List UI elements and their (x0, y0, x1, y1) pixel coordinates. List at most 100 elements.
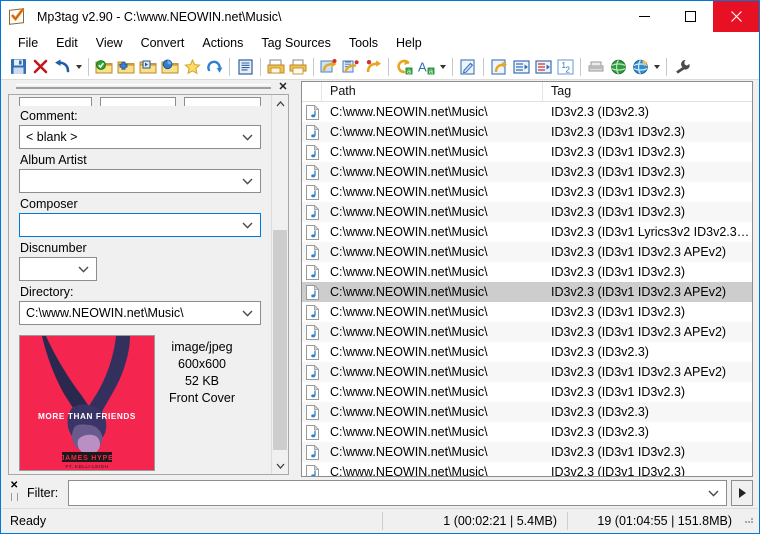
tag-panel-close-icon[interactable]: ✕ (276, 81, 290, 93)
table-row[interactable]: C:\www.NEOWIN.net\Music\ ID3v2.3 (ID3v2.3… (302, 422, 752, 442)
column-header-icon[interactable] (302, 82, 322, 102)
table-row[interactable]: C:\www.NEOWIN.net\Music\ ID3v2.3 (ID3v1 I… (302, 202, 752, 222)
table-row[interactable]: C:\www.NEOWIN.net\Music\ ID3v2.3 (ID3v2.3… (302, 102, 752, 122)
cd-database-icon[interactable] (585, 56, 607, 78)
menu-item-file[interactable]: File (9, 34, 47, 52)
toolbar-separator (483, 57, 484, 76)
chevron-down-icon[interactable] (242, 178, 253, 185)
menu-item-edit[interactable]: Edit (47, 34, 87, 52)
filter-input[interactable] (68, 479, 727, 506)
tag-to-filename-icon[interactable] (265, 56, 287, 78)
minimize-button[interactable] (621, 1, 667, 32)
table-row[interactable]: C:\www.NEOWIN.net\Music\ ID3v2.3 (ID3v1 I… (302, 122, 752, 142)
scrollbar-thumb[interactable] (273, 230, 287, 450)
close-icon[interactable]: ✕ (10, 480, 18, 491)
album-cover-art[interactable]: MORE THAN FRIENDS JAMES HYPE FT. KELLI-L… (19, 335, 155, 471)
table-row[interactable]: C:\www.NEOWIN.net\Music\ ID3v2.3 (ID3v2.3… (302, 342, 752, 362)
menu-item-help[interactable]: Help (387, 34, 431, 52)
actions-dropdown-icon[interactable] (437, 56, 448, 78)
audio-file-icon (302, 164, 322, 180)
case-conversion-icon[interactable]: a (393, 56, 415, 78)
options-icon[interactable] (671, 56, 693, 78)
change-directory-icon[interactable] (93, 56, 115, 78)
playlist-icon[interactable] (510, 56, 532, 78)
toolbar-separator (452, 57, 453, 76)
window-title: Mp3tag v2.90 - C:\www.NEOWIN.net\Music\ (37, 9, 282, 24)
export-icon[interactable] (488, 56, 510, 78)
row-path: C:\www.NEOWIN.net\Music\ (330, 265, 488, 279)
maximize-button[interactable] (667, 1, 713, 32)
table-row[interactable]: C:\www.NEOWIN.net\Music\ ID3v2.3 (ID3v2.3… (302, 402, 752, 422)
table-row[interactable]: C:\www.NEOWIN.net\Music\ ID3v2.3 (ID3v1 I… (302, 142, 752, 162)
open-playlist-icon[interactable] (159, 56, 181, 78)
chevron-down-icon[interactable] (242, 134, 253, 141)
save-icon[interactable] (7, 56, 29, 78)
filter-apply-button[interactable] (731, 479, 753, 506)
replace-icon[interactable]: A a (415, 56, 437, 78)
freedb-icon[interactable] (607, 56, 629, 78)
column-header-tag[interactable]: Tag (543, 82, 752, 102)
table-row[interactable]: C:\www.NEOWIN.net\Music\ ID3v2.3 (ID3v1 I… (302, 282, 752, 302)
filter-bar: ✕ Filter: (2, 477, 758, 508)
table-row[interactable]: C:\www.NEOWIN.net\Music\ ID3v2.3 (ID3v1 I… (302, 182, 752, 202)
composer-field[interactable] (19, 213, 261, 237)
directory-field[interactable]: C:\www.NEOWIN.net\Music\ (19, 301, 261, 325)
web-dropdown-icon[interactable] (651, 56, 662, 78)
menu-item-tools[interactable]: Tools (340, 34, 387, 52)
table-row[interactable]: C:\www.NEOWIN.net\Music\ ID3v2.3 (ID3v1 I… (302, 242, 752, 262)
audio-file-icon (302, 324, 322, 340)
undo-icon[interactable] (51, 56, 73, 78)
playlist-alt-icon[interactable] (532, 56, 554, 78)
table-row[interactable]: C:\www.NEOWIN.net\Music\ ID3v2.3 (ID3v1 I… (302, 462, 752, 476)
album-artist-field[interactable] (19, 169, 261, 193)
filter-close-button[interactable]: ✕ (7, 480, 23, 506)
print-icon[interactable] (287, 56, 309, 78)
table-row[interactable]: C:\www.NEOWIN.net\Music\ ID3v2.3 (ID3v1 I… (302, 442, 752, 462)
add-files-icon[interactable] (137, 56, 159, 78)
autonumber-icon[interactable]: 1 2 (554, 56, 576, 78)
toolbar-separator (229, 57, 230, 76)
web-sources-icon[interactable] (629, 56, 651, 78)
remove-icon[interactable] (29, 56, 51, 78)
table-row[interactable]: C:\www.NEOWIN.net\Music\ ID3v2.3 (ID3v1 I… (302, 362, 752, 382)
text-file-tag-icon[interactable] (362, 56, 384, 78)
partial-field-1[interactable] (19, 97, 92, 106)
menu-item-tag-sources[interactable]: Tag Sources (252, 34, 339, 52)
add-directory-icon[interactable] (115, 56, 137, 78)
table-row[interactable]: C:\www.NEOWIN.net\Music\ ID3v2.3 (ID3v1 I… (302, 322, 752, 342)
table-row[interactable]: C:\www.NEOWIN.net\Music\ ID3v2.3 (ID3v1 I… (302, 162, 752, 182)
chevron-down-icon[interactable] (78, 266, 89, 273)
table-row[interactable]: C:\www.NEOWIN.net\Music\ ID3v2.3 (ID3v1 I… (302, 302, 752, 322)
table-row[interactable]: C:\www.NEOWIN.net\Music\ ID3v2.3 (ID3v1 L… (302, 222, 752, 242)
menu-item-view[interactable]: View (87, 34, 132, 52)
discnumber-field[interactable] (19, 257, 97, 281)
menu-item-actions[interactable]: Actions (193, 34, 252, 52)
chevron-down-icon[interactable] (242, 222, 253, 229)
chevron-down-icon[interactable] (708, 490, 719, 497)
scroll-up-icon[interactable] (272, 95, 288, 112)
filename-to-tag-icon[interactable] (234, 56, 256, 78)
close-button[interactable] (713, 1, 759, 32)
comment-field[interactable]: < blank > (19, 125, 261, 149)
resize-grip-icon[interactable] (742, 512, 758, 530)
edit-tag-icon[interactable] (457, 56, 479, 78)
menu-item-convert[interactable]: Convert (132, 34, 194, 52)
row-tag: ID3v2.3 (ID3v2.3) (551, 345, 649, 359)
favorites-icon[interactable] (181, 56, 203, 78)
tag-panel-scrollbar[interactable] (271, 95, 288, 474)
audio-file-icon (302, 224, 322, 240)
column-header-path[interactable]: Path (322, 82, 543, 102)
table-row[interactable]: C:\www.NEOWIN.net\Music\ ID3v2.3 (ID3v1 I… (302, 262, 752, 282)
refresh-icon[interactable] (203, 56, 225, 78)
row-tag: ID3v2.3 (ID3v1 ID3v2.3) (551, 445, 686, 459)
tag-to-tag-icon[interactable] (318, 56, 340, 78)
chevron-down-icon[interactable] (242, 310, 253, 317)
partial-field-3[interactable] (184, 97, 261, 106)
partial-field-2[interactable] (99, 97, 177, 106)
table-row[interactable]: C:\www.NEOWIN.net\Music\ ID3v2.3 (ID3v1 I… (302, 382, 752, 402)
undo-dropdown-icon[interactable] (73, 56, 84, 78)
audio-file-icon (302, 264, 322, 280)
tag-panel-grip[interactable] (16, 84, 271, 89)
scroll-down-icon[interactable] (272, 457, 288, 474)
tag-copy-icon[interactable] (340, 56, 362, 78)
